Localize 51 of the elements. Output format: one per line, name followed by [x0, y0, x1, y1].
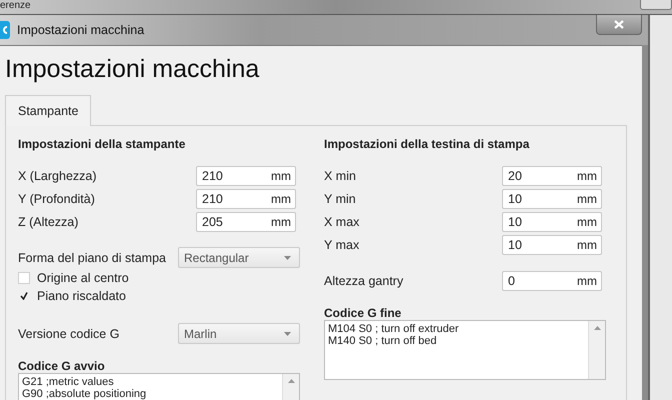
number-field[interactable]: 0 mm: [502, 270, 602, 290]
window-button[interactable]: [640, 0, 672, 10]
checkbox-label: Origine al centro: [37, 271, 129, 285]
dropdown[interactable]: Marlin: [178, 323, 300, 344]
section-title: Codice G avvio: [18, 359, 106, 373]
unit-label: mm: [577, 192, 597, 206]
close-button[interactable]: [596, 15, 642, 35]
number-field[interactable]: 10 mm: [502, 188, 602, 208]
section-title: Codice G fine: [324, 306, 402, 320]
unit-label: mm: [577, 238, 597, 252]
field-label: X max: [324, 214, 360, 228]
caret-icon: [284, 332, 291, 336]
unit-label: mm: [577, 274, 597, 288]
field-label: X (Larghezza): [18, 168, 97, 182]
code-field[interactable]: G21 ;metric values G90 ;absolute positioning: [18, 373, 300, 400]
unit-label: mm: [271, 214, 291, 228]
close-icon: [614, 20, 624, 29]
field-label: X min: [324, 168, 356, 182]
checkbox[interactable]: [18, 290, 30, 302]
scroll-up-icon: [288, 379, 294, 383]
number-field[interactable]: 20 mm: [502, 166, 602, 186]
caret-icon: [284, 256, 291, 260]
unit-label: mm: [577, 168, 597, 182]
dropdown[interactable]: Rectangular: [178, 247, 300, 268]
field-label: Versione codice G: [18, 326, 120, 340]
app-icon: [0, 21, 10, 39]
field-label: Y max: [324, 238, 360, 252]
code-field[interactable]: M104 S0 ; turn off extruder M140 S0 ; turn off bed: [324, 320, 606, 380]
checkbox[interactable]: [18, 272, 30, 284]
field-label: Altezza gantry: [324, 274, 404, 288]
section-title: Impostazioni della testina di stampa: [324, 136, 530, 153]
scroll-up-icon: [594, 326, 600, 330]
field-label: Y (Profondità): [18, 192, 95, 206]
checkbox-label: Piano riscaldato: [37, 289, 126, 303]
check-icon: [20, 292, 28, 300]
dialog-heading: Impostazioni macchina: [5, 54, 260, 85]
unit-label: mm: [271, 168, 291, 182]
window-title: erenze: [0, 0, 31, 12]
number-field[interactable]: 210 mm: [196, 188, 296, 208]
field-label: Forma del piano di stampa: [18, 250, 166, 264]
number-field[interactable]: 210 mm: [196, 166, 296, 186]
window-title: Impostazioni macchina: [17, 23, 144, 37]
section-title: Impostazioni della stampante: [18, 136, 186, 153]
tab[interactable]: Stampante: [5, 95, 92, 126]
field-label: Z (Altezza): [18, 214, 78, 228]
number-field[interactable]: 10 mm: [502, 212, 602, 232]
number-field[interactable]: 10 mm: [502, 234, 602, 254]
unit-label: mm: [577, 214, 597, 228]
unit-label: mm: [271, 192, 291, 206]
number-field[interactable]: 205 mm: [196, 212, 296, 232]
field-label: Y min: [324, 192, 356, 206]
